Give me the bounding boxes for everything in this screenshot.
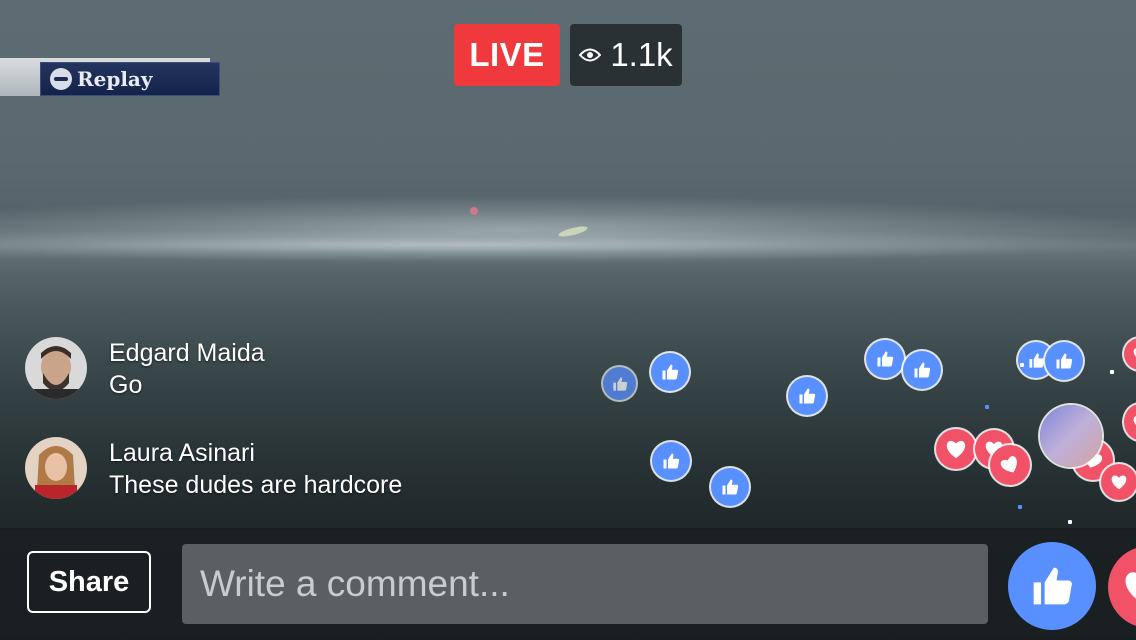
confetti-dot	[1110, 370, 1114, 374]
heart-icon	[1000, 456, 1017, 473]
thumbs-up-icon	[662, 364, 679, 380]
confetti-dot	[1020, 363, 1024, 367]
thumbs-up-icon	[612, 376, 627, 391]
confetti-dot	[1018, 505, 1022, 509]
heart-icon	[1111, 475, 1127, 490]
live-badge: LIVE	[454, 24, 560, 86]
live-video-player[interactable]: Replay LIVE 1.1k Edgard Maida Go Laura A…	[0, 0, 1136, 640]
avatar[interactable]	[25, 337, 87, 399]
comment-item: Edgard Maida Go	[25, 337, 585, 407]
comment-input[interactable]	[182, 544, 988, 624]
floating-love-reaction	[936, 429, 976, 469]
comment-author[interactable]: Edgard Maida	[109, 339, 265, 368]
replay-banner: Replay	[40, 62, 220, 96]
heart-icon	[1133, 416, 1136, 425]
thumbs-up-icon	[799, 388, 816, 404]
confetti-dot	[1068, 520, 1072, 524]
thumbs-up-icon	[914, 362, 931, 378]
reactor-avatar	[1040, 405, 1102, 467]
confetti-dot	[985, 405, 989, 409]
comment-item: Laura Asinari These dudes are hardcore	[25, 437, 585, 507]
viewer-count-badge: 1.1k	[570, 24, 682, 86]
heart-icon	[1125, 572, 1136, 599]
comment-author[interactable]: Laura Asinari	[109, 439, 255, 468]
viewer-count: 1.1k	[610, 36, 673, 73]
comment-text: These dudes are hardcore	[109, 471, 403, 499]
replay-label: Replay	[77, 67, 153, 91]
heart-icon	[1133, 348, 1136, 357]
floating-like-reaction	[788, 377, 826, 415]
floating-like-reaction	[711, 468, 749, 506]
thumbs-up-icon	[722, 479, 739, 495]
comment-text: Go	[109, 371, 143, 399]
floating-love-reaction	[990, 445, 1030, 485]
floating-like-reaction	[903, 351, 941, 389]
floating-like-reaction	[603, 367, 636, 400]
floating-like-reaction	[652, 442, 690, 480]
thumbs-up-icon	[663, 453, 680, 469]
thumbs-up-icon	[1056, 353, 1073, 369]
heart-icon	[946, 440, 966, 459]
broadcast-logo-icon	[50, 68, 72, 90]
surfer	[470, 207, 478, 215]
thumbs-up-icon	[1033, 567, 1072, 605]
thumbs-up-icon	[877, 351, 894, 367]
floating-like-reaction	[651, 353, 689, 391]
like-button[interactable]	[1008, 542, 1096, 630]
eye-icon	[579, 48, 602, 62]
floating-like-reaction	[866, 340, 904, 378]
share-button[interactable]: Share	[27, 551, 151, 613]
thumbs-up-icon	[1028, 352, 1044, 368]
avatar[interactable]	[25, 437, 87, 499]
floating-like-reaction	[1045, 342, 1083, 380]
floating-love-reaction	[1101, 464, 1136, 500]
